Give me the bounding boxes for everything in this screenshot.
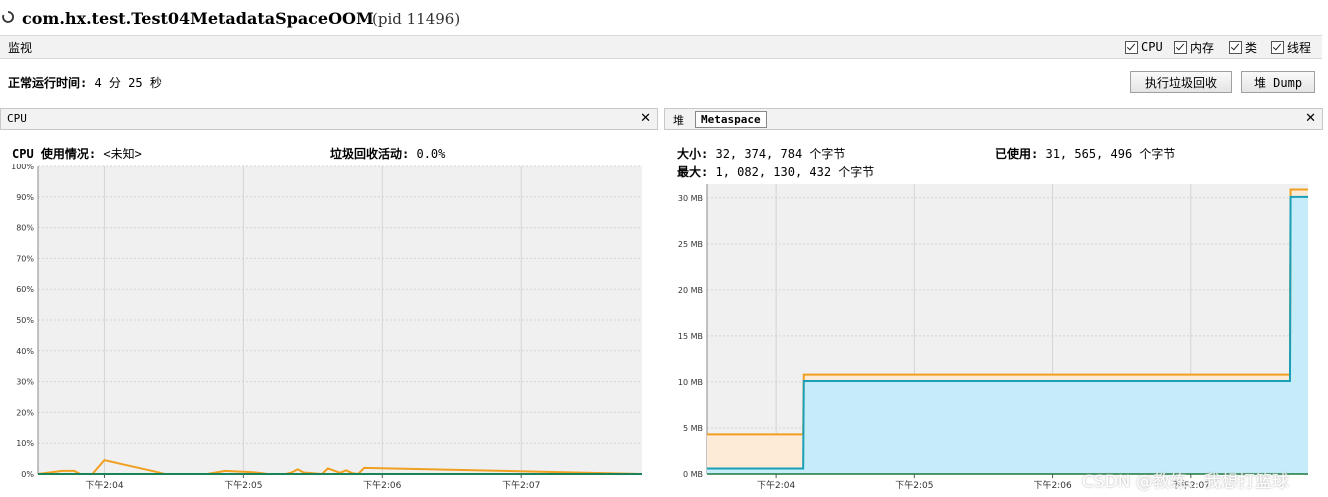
y-tick-label: 10% <box>16 439 34 448</box>
tab-metaspace[interactable]: Metaspace <box>695 111 767 128</box>
close-icon[interactable]: ✕ <box>1305 111 1316 126</box>
y-tick-label: 0 MB <box>683 470 703 479</box>
x-tick-label: 下午2:04 <box>757 479 795 491</box>
uptime-value: 4 分 25 秒 <box>94 76 162 90</box>
y-tick-label: 40% <box>16 347 34 356</box>
cpu-usage-value: <未知> <box>103 147 142 161</box>
x-tick-label: 下午2:05 <box>895 479 933 491</box>
x-tick-label: 下午2:06 <box>1033 479 1071 491</box>
y-tick-label: 100% <box>11 164 34 171</box>
y-tick-label: 5 MB <box>683 424 703 433</box>
x-tick-label: 下午2:04 <box>85 479 123 491</box>
checkbox-cpu[interactable]: CPU <box>1125 39 1163 55</box>
checkbox-checked-icon[interactable] <box>1229 40 1242 54</box>
checkbox-cpu-label: CPU <box>1141 40 1163 54</box>
y-tick-label: 50% <box>16 316 34 325</box>
monitor-toolbar: 监视 CPU 内存 类 线程 <box>0 35 1322 59</box>
monitor-label: 监视 <box>8 41 33 55</box>
y-tick-label: 20% <box>16 408 34 417</box>
cpu-panel-title: CPU <box>7 112 27 125</box>
checkbox-threads[interactable]: 线程 <box>1271 39 1311 55</box>
y-tick-label: 90% <box>16 193 34 202</box>
size-value: 32, 374, 784 个字节 <box>715 147 846 161</box>
x-tick-label: 下午2:07 <box>502 479 540 491</box>
memory-panel-header: 堆 Metaspace ✕ <box>664 108 1323 130</box>
x-tick-label: 下午2:06 <box>363 479 401 491</box>
tab-heap[interactable]: 堆 <box>668 111 689 128</box>
checkbox-checked-icon[interactable] <box>1271 40 1284 54</box>
checkbox-classes[interactable]: 类 <box>1229 39 1257 55</box>
checkbox-memory-label: 内存 <box>1190 40 1215 55</box>
size-label: 大小: <box>677 147 709 161</box>
checkbox-classes-label: 类 <box>1245 40 1258 55</box>
cpu-usage-chart: 0% 10% 20% 30% 40% 50% 60% 70% 80% 90% 100% 下午2:04 下… <box>11 164 643 491</box>
checkbox-checked-icon[interactable] <box>1125 40 1138 54</box>
y-tick-label: 30% <box>16 378 34 387</box>
close-icon[interactable]: ✕ <box>640 111 651 126</box>
y-tick-label: 25 MB <box>678 240 703 249</box>
cpu-usage-label: CPU 使用情况: <box>12 147 97 161</box>
watermark: CSDN @教练、我想打篮球 <box>1082 472 1289 492</box>
y-tick-label: 70% <box>16 254 34 263</box>
gc-activity-stat: 垃圾回收活动: 0.0% <box>330 145 445 162</box>
x-tick-label: 下午2:05 <box>224 479 262 491</box>
max-value: 1, 082, 130, 432 个字节 <box>715 165 875 179</box>
metaspace-used-stat: 已使用: 31, 565, 496 个字节 <box>995 145 1175 162</box>
y-tick-label: 60% <box>16 285 34 294</box>
gc-activity-label: 垃圾回收活动: <box>330 147 410 161</box>
y-tick-label: 80% <box>16 224 34 233</box>
gc-activity-value: 0.0% <box>416 147 446 161</box>
used-label: 已使用: <box>995 147 1039 161</box>
process-id: (pid 11496) <box>372 10 461 28</box>
checkbox-memory[interactable]: 内存 <box>1174 39 1214 55</box>
y-tick-label: 20 MB <box>678 286 703 295</box>
y-tick-label: 15 MB <box>678 332 703 341</box>
cpu-panel-header: CPU ✕ <box>0 108 658 130</box>
checkbox-threads-label: 线程 <box>1287 40 1312 55</box>
y-tick-label: 30 MB <box>678 194 703 203</box>
y-tick-label: 0% <box>21 470 34 479</box>
heap-dump-button[interactable]: 堆 Dump <box>1241 71 1315 93</box>
checkbox-checked-icon[interactable] <box>1174 40 1187 54</box>
metaspace-size-stat: 大小: 32, 374, 784 个字节 <box>677 145 845 162</box>
cpu-usage-stat: CPU 使用情况: <未知> <box>12 145 142 162</box>
y-tick-label: 10 MB <box>678 378 703 387</box>
metaspace-max-stat: 最大: 1, 082, 130, 432 个字节 <box>677 163 874 180</box>
application-title: com.hx.test.Test04MetadataSpaceOOM <box>22 9 374 28</box>
metaspace-chart: 0 MB 5 MB 10 MB 15 MB 20 MB 25 MB 30 MB 下午2:04 下… <box>678 184 1308 491</box>
used-value: 31, 565, 496 个字节 <box>1045 147 1176 161</box>
uptime-label: 正常运行时间: <box>8 76 88 90</box>
perform-gc-button[interactable]: 执行垃圾回收 <box>1130 71 1232 93</box>
max-label: 最大: <box>677 165 709 179</box>
title-bar: com.hx.test.Test04MetadataSpaceOOM (pid … <box>0 6 1328 34</box>
uptime-row: 正常运行时间: 4 分 25 秒 <box>8 74 162 91</box>
loading-spinner-icon <box>2 11 14 23</box>
